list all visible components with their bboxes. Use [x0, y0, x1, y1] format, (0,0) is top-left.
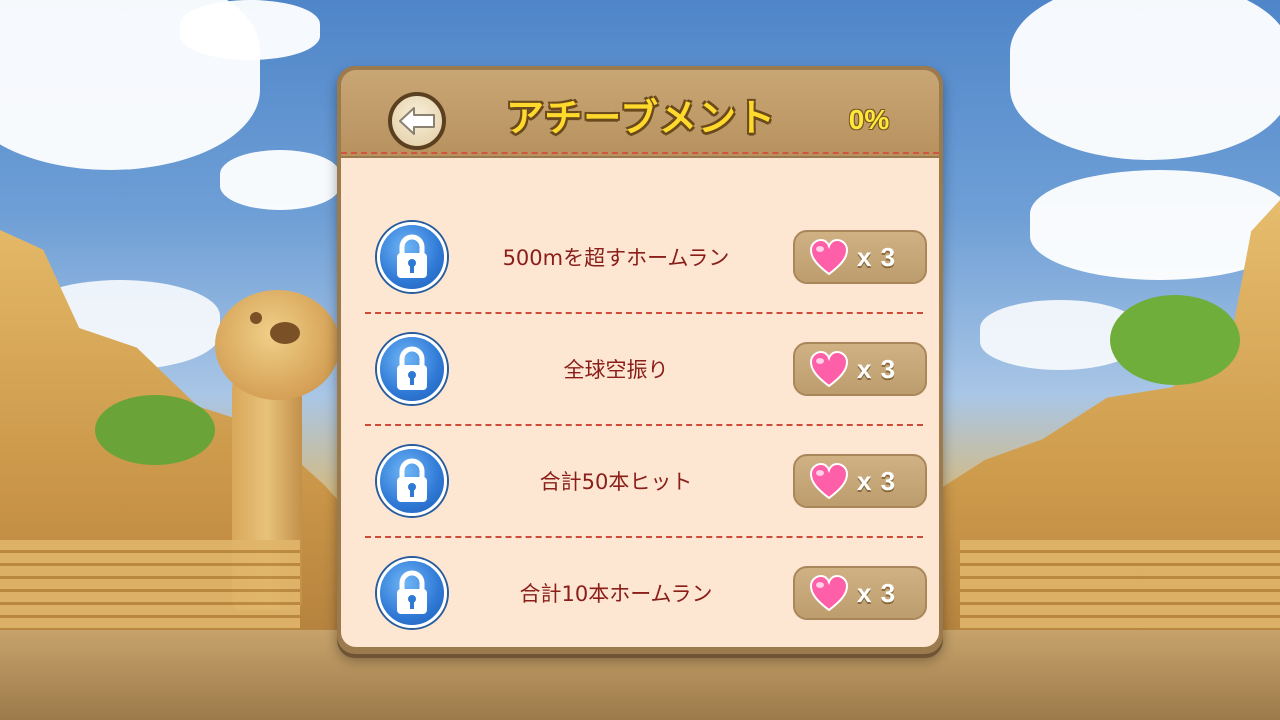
lock-icon — [377, 558, 447, 628]
page-title: アチーブメント — [506, 96, 776, 140]
heart-icon — [809, 463, 849, 500]
back-arrow-icon — [399, 107, 435, 135]
rock-tower-top — [215, 290, 340, 400]
heart-icon — [809, 575, 849, 612]
achievement-list: 500mを超すホームラン x 3 全球空振り x 3 合計50本ヒット x 3 … — [341, 158, 939, 647]
progress-percent: 0% — [848, 104, 890, 135]
reward-count: x 3 — [857, 354, 897, 384]
lock-icon — [377, 334, 447, 404]
tree — [1110, 295, 1240, 385]
achievement-label: 合計10本ホームラン — [519, 582, 713, 606]
reward-badge: x 3 — [793, 566, 927, 620]
tree — [95, 395, 215, 465]
reward-badge: x 3 — [793, 342, 927, 396]
achievement-row[interactable]: 全球空振り x 3 — [365, 314, 927, 426]
reward-count: x 3 — [857, 242, 897, 272]
achievement-row[interactable]: 合計10本ホームラン x 3 — [365, 538, 927, 650]
achievement-label: 500mを超すホームラン — [502, 246, 730, 270]
reward-count: x 3 — [857, 578, 897, 608]
reward-count: x 3 — [857, 466, 897, 496]
cloud — [220, 150, 340, 210]
cloud — [1030, 170, 1280, 280]
lock-icon — [377, 222, 447, 292]
heart-icon — [809, 239, 849, 276]
cloud — [180, 0, 320, 60]
cloud — [1010, 0, 1280, 160]
reward-badge: x 3 — [793, 230, 927, 284]
lock-icon — [377, 446, 447, 516]
back-button[interactable] — [388, 92, 446, 150]
achievement-row[interactable]: 合計50本ヒット x 3 — [365, 426, 927, 538]
achievement-row[interactable]: 500mを超すホームラン x 3 — [365, 202, 927, 314]
heart-icon — [809, 351, 849, 388]
achievement-label: 全球空振り — [563, 358, 669, 382]
achievement-panel: アチーブメント 0% 500mを超すホームラン x 3 全球空振り x 3 合計… — [337, 66, 943, 654]
panel-header: アチーブメント 0% — [341, 70, 939, 156]
reward-badge: x 3 — [793, 454, 927, 508]
achievement-label: 合計50本ヒット — [539, 470, 693, 494]
